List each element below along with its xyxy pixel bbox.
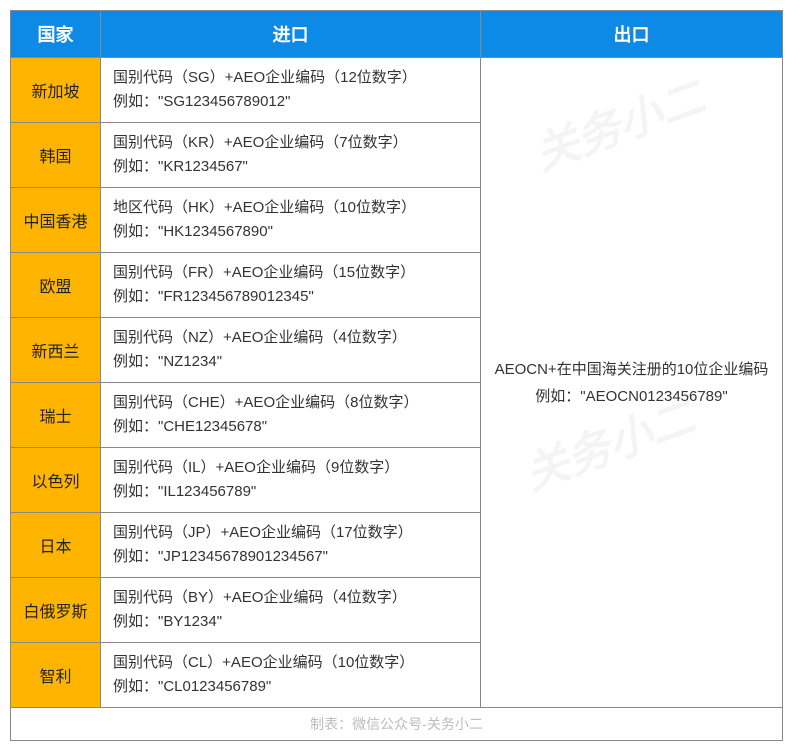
table-wrapper: 关务小二 关务小二 国家 进口 出口 新加坡国别代码（SG）+AEO企业编码（1… xyxy=(10,10,782,741)
import-format: 国别代码（NZ）+AEO企业编码（4位数字） xyxy=(113,326,468,350)
table-footer-row: 制表：微信公众号-关务小二 xyxy=(11,708,783,741)
import-example: 例如："CL0123456789" xyxy=(113,675,468,699)
country-cell: 欧盟 xyxy=(11,253,101,318)
import-cell: 国别代码（NZ）+AEO企业编码（4位数字）例如："NZ1234" xyxy=(101,318,481,383)
country-cell: 智利 xyxy=(11,643,101,708)
import-example: 例如："JP12345678901234567" xyxy=(113,545,468,569)
country-cell: 韩国 xyxy=(11,123,101,188)
import-cell: 国别代码（SG）+AEO企业编码（12位数字）例如："SG12345678901… xyxy=(101,58,481,123)
table-header-row: 国家 进口 出口 xyxy=(11,11,783,58)
aeo-code-table: 国家 进口 出口 新加坡国别代码（SG）+AEO企业编码（12位数字）例如："S… xyxy=(10,10,783,741)
country-cell: 新西兰 xyxy=(11,318,101,383)
import-cell: 地区代码（HK）+AEO企业编码（10位数字）例如："HK1234567890" xyxy=(101,188,481,253)
import-example: 例如："FR123456789012345" xyxy=(113,285,468,309)
import-example: 例如："CHE12345678" xyxy=(113,415,468,439)
import-example: 例如："BY1234" xyxy=(113,610,468,634)
import-cell: 国别代码（BY）+AEO企业编码（4位数字）例如："BY1234" xyxy=(101,578,481,643)
table-body: 新加坡国别代码（SG）+AEO企业编码（12位数字）例如："SG12345678… xyxy=(11,58,783,708)
import-cell: 国别代码（IL）+AEO企业编码（9位数字）例如："IL123456789" xyxy=(101,448,481,513)
import-cell: 国别代码（CL）+AEO企业编码（10位数字）例如："CL0123456789" xyxy=(101,643,481,708)
import-format: 国别代码（SG）+AEO企业编码（12位数字） xyxy=(113,66,468,90)
import-cell: 国别代码（FR）+AEO企业编码（15位数字）例如："FR12345678901… xyxy=(101,253,481,318)
import-cell: 国别代码（KR）+AEO企业编码（7位数字）例如："KR1234567" xyxy=(101,123,481,188)
import-example: 例如："IL123456789" xyxy=(113,480,468,504)
import-format: 国别代码（BY）+AEO企业编码（4位数字） xyxy=(113,586,468,610)
table-row: 新加坡国别代码（SG）+AEO企业编码（12位数字）例如："SG12345678… xyxy=(11,58,783,123)
import-format: 国别代码（IL）+AEO企业编码（9位数字） xyxy=(113,456,468,480)
import-example: 例如："SG123456789012" xyxy=(113,90,468,114)
import-cell: 国别代码（JP）+AEO企业编码（17位数字）例如："JP12345678901… xyxy=(101,513,481,578)
export-cell: AEOCN+在中国海关注册的10位企业编码例如："AEOCN0123456789… xyxy=(481,58,783,708)
export-format: AEOCN+在中国海关注册的10位企业编码 xyxy=(482,356,781,383)
import-format: 地区代码（HK）+AEO企业编码（10位数字） xyxy=(113,196,468,220)
import-format: 国别代码（FR）+AEO企业编码（15位数字） xyxy=(113,261,468,285)
export-example: 例如："AEOCN0123456789" xyxy=(482,383,781,410)
import-cell: 国别代码（CHE）+AEO企业编码（8位数字）例如："CHE12345678" xyxy=(101,383,481,448)
header-country: 国家 xyxy=(11,11,101,58)
country-cell: 中国香港 xyxy=(11,188,101,253)
import-format: 国别代码（CHE）+AEO企业编码（8位数字） xyxy=(113,391,468,415)
header-import: 进口 xyxy=(101,11,481,58)
header-export: 出口 xyxy=(481,11,783,58)
import-format: 国别代码（KR）+AEO企业编码（7位数字） xyxy=(113,131,468,155)
import-format: 国别代码（CL）+AEO企业编码（10位数字） xyxy=(113,651,468,675)
country-cell: 新加坡 xyxy=(11,58,101,123)
country-cell: 以色列 xyxy=(11,448,101,513)
import-example: 例如："KR1234567" xyxy=(113,155,468,179)
country-cell: 瑞士 xyxy=(11,383,101,448)
import-example: 例如："HK1234567890" xyxy=(113,220,468,244)
import-format: 国别代码（JP）+AEO企业编码（17位数字） xyxy=(113,521,468,545)
import-example: 例如："NZ1234" xyxy=(113,350,468,374)
footer-credit: 制表：微信公众号-关务小二 xyxy=(11,708,783,741)
country-cell: 日本 xyxy=(11,513,101,578)
country-cell: 白俄罗斯 xyxy=(11,578,101,643)
